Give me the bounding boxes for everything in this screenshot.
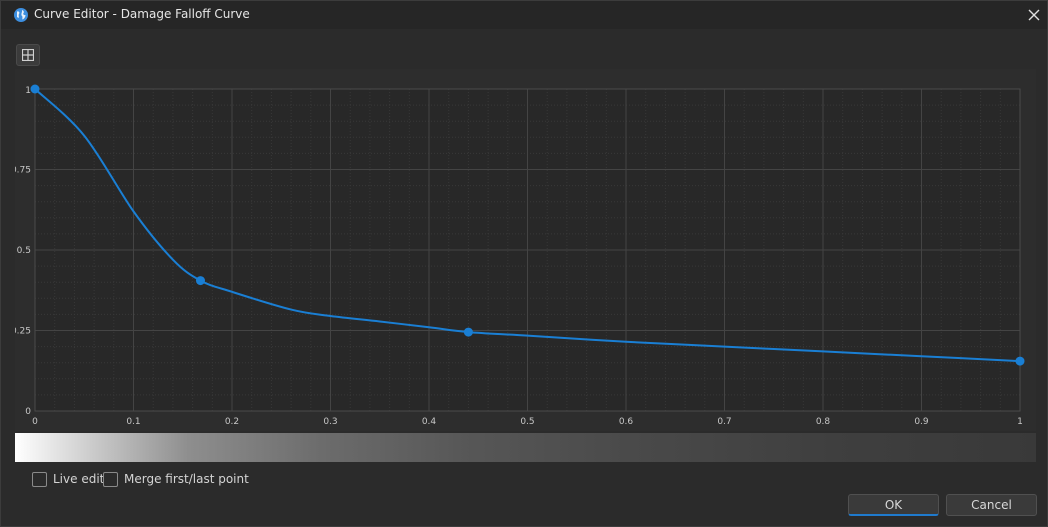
y-tick-label: 0.75	[15, 166, 31, 176]
merge-first-last-checkbox-box[interactable]	[103, 471, 118, 487]
merge-first-last-checkbox[interactable]: Merge first/last point	[103, 470, 249, 488]
live-edit-checkbox-box[interactable]	[32, 471, 47, 487]
x-tick-label: 0.2	[225, 417, 239, 427]
x-tick-label: 0.3	[323, 417, 337, 427]
window-title: Curve Editor - Damage Falloff Curve	[34, 7, 250, 21]
x-tick-label: 0	[32, 417, 38, 427]
grid-icon	[22, 49, 34, 61]
curve-control-point[interactable]	[195, 276, 205, 286]
curve-control-point[interactable]	[1015, 356, 1025, 366]
ok-button[interactable]: OK	[848, 494, 939, 516]
curve-editor-window: Curve Editor - Damage Falloff Curve 0 0.1…	[0, 0, 1048, 527]
x-tick-label: 1	[1017, 417, 1023, 427]
y-tick-label: 0	[25, 407, 31, 417]
x-tick-label: 0.9	[914, 417, 929, 427]
title-bar[interactable]: Curve Editor - Damage Falloff Curve	[1, 1, 1047, 29]
globe-icon	[14, 8, 28, 22]
x-tick-label: 0.7	[717, 417, 731, 427]
gradient-preview-strip	[15, 433, 1036, 462]
x-tick-label: 0.1	[126, 417, 140, 427]
x-tick-label: 0.5	[520, 417, 534, 427]
merge-first-last-label: Merge first/last point	[124, 472, 249, 486]
curve-graph[interactable]: 0 0.1 0.2 0.3 0.4 0.5 0.6 0.7 0.8 0.9 1 0 0.25 0.5 0.7…	[15, 69, 1036, 431]
grid-toggle-button[interactable]	[16, 44, 40, 66]
x-tick-label: 0.4	[422, 417, 437, 427]
close-button[interactable]	[1021, 1, 1047, 29]
curve-control-point[interactable]	[463, 327, 473, 337]
x-tick-label: 0.6	[619, 417, 634, 427]
live-edit-label: Live edit	[53, 472, 105, 486]
live-edit-checkbox[interactable]: Live edit	[32, 470, 104, 488]
curve-graph-canvas[interactable]: 0 0.1 0.2 0.3 0.4 0.5 0.6 0.7 0.8 0.9 1 0 0.25 0.5 0.7…	[15, 69, 1036, 431]
y-tick-label: 0.5	[17, 246, 31, 256]
y-tick-label: 1	[25, 86, 31, 96]
y-tick-label: 0.25	[15, 327, 31, 337]
close-icon	[1028, 9, 1040, 21]
curve-control-point[interactable]	[30, 84, 40, 94]
x-tick-label: 0.8	[816, 417, 831, 427]
cancel-button[interactable]: Cancel	[946, 494, 1037, 516]
